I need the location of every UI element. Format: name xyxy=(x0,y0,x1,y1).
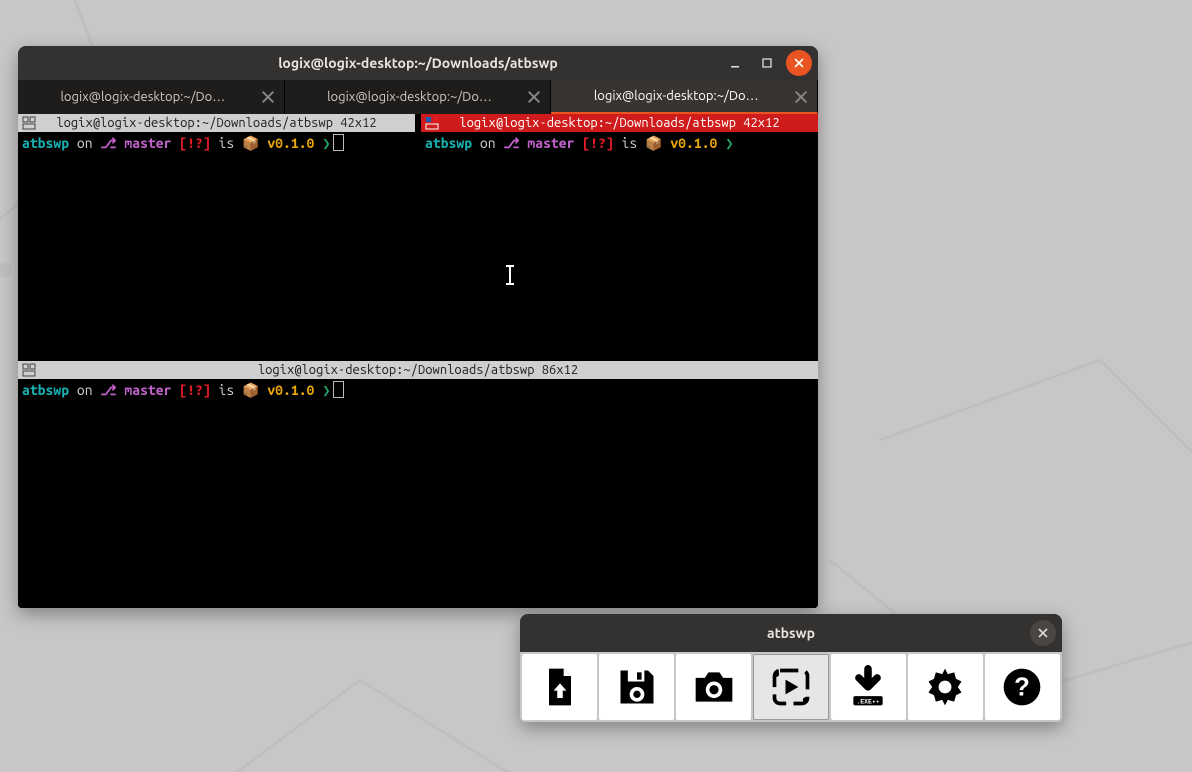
pane-header: logix@logix-desktop:~/Downloads/atbswp 8… xyxy=(18,361,818,379)
pane-body[interactable]: atbswp on ⎇ master [!?] is 📦 v0.1.0 ❯ xyxy=(18,132,415,361)
package-icon: 📦 xyxy=(242,382,259,398)
close-button[interactable] xyxy=(786,50,812,76)
prompt-arrow: ❯ xyxy=(322,135,330,151)
play-button[interactable] xyxy=(753,654,828,720)
settings-button[interactable] xyxy=(908,654,983,720)
cursor xyxy=(333,134,344,151)
text-cursor-ibeam xyxy=(509,266,511,284)
tab-bar: logix@logix-desktop:~/Do… logix@logix-de… xyxy=(18,80,818,114)
prompt-on: on xyxy=(77,382,93,398)
prompt-is: is xyxy=(219,135,235,151)
git-branch-icon: ⎇ xyxy=(503,135,519,151)
split-layout-icon xyxy=(22,116,36,130)
svg-text:?: ? xyxy=(1015,673,1031,701)
tab-1[interactable]: logix@logix-desktop:~/Do… xyxy=(285,80,552,114)
split-layout-icon xyxy=(22,363,36,377)
close-tab-icon[interactable] xyxy=(260,89,276,105)
prompt-flags: [!?] xyxy=(179,135,210,151)
prompt-version: v0.1.0 xyxy=(267,382,314,398)
close-button[interactable] xyxy=(1030,620,1056,646)
prompt-branch: master xyxy=(527,135,574,151)
tab-label: logix@logix-desktop:~/Do… xyxy=(327,90,492,104)
export-exe-button[interactable]: .EXE•• xyxy=(831,654,906,720)
pane-header-text: logix@logix-desktop:~/Downloads/atbswp 4… xyxy=(459,116,779,130)
maximize-button[interactable] xyxy=(754,50,780,76)
pane-body[interactable]: atbswp on ⎇ master [!?] is 📦 v0.1.0 ❯ xyxy=(18,379,818,608)
atbswp-window[interactable]: atbswp .EXE•• ? xyxy=(520,614,1062,722)
prompt-arrow: ❯ xyxy=(322,382,330,398)
prompt-flags: [!?] xyxy=(179,382,210,398)
pane-header: logix@logix-desktop:~/Downloads/atbswp 4… xyxy=(18,114,415,132)
pane-bottom[interactable]: logix@logix-desktop:~/Downloads/atbswp 8… xyxy=(18,361,818,608)
pane-body[interactable]: atbswp on ⎇ master [!?] is 📦 v0.1.0 ❯ xyxy=(421,132,818,361)
prompt-dir: atbswp xyxy=(22,135,69,151)
package-icon: 📦 xyxy=(242,135,259,151)
close-tab-icon[interactable] xyxy=(526,89,542,105)
prompt-branch: master xyxy=(124,135,171,151)
file-upload-icon xyxy=(538,665,582,709)
pane-header-text: logix@logix-desktop:~/Downloads/atbswp 8… xyxy=(258,363,578,377)
toolbar: .EXE•• ? xyxy=(520,652,1062,722)
capture-button[interactable] xyxy=(676,654,751,720)
open-file-button[interactable] xyxy=(522,654,597,720)
prompt-flags: [!?] xyxy=(582,135,613,151)
pane-header-text: logix@logix-desktop:~/Downloads/atbswp 4… xyxy=(56,116,376,130)
save-icon xyxy=(615,665,659,709)
split-layout-icon xyxy=(425,116,439,130)
package-icon: 📦 xyxy=(645,135,662,151)
prompt-on: on xyxy=(480,135,496,151)
tab-label: logix@logix-desktop:~/Do… xyxy=(594,89,759,103)
prompt-arrow: ❯ xyxy=(725,135,733,151)
camera-icon xyxy=(692,665,736,709)
gear-icon xyxy=(923,665,967,709)
window-titlebar[interactable]: logix@logix-desktop:~/Downloads/atbswp xyxy=(18,46,818,80)
git-branch-icon: ⎇ xyxy=(100,382,116,398)
prompt-is: is xyxy=(622,135,638,151)
minimize-button[interactable] xyxy=(722,50,748,76)
close-tab-icon[interactable] xyxy=(793,89,809,105)
prompt-dir: atbswp xyxy=(425,135,472,151)
tab-2[interactable]: logix@logix-desktop:~/Do… xyxy=(551,80,818,114)
play-loop-icon xyxy=(769,665,813,709)
prompt-dir: atbswp xyxy=(22,382,69,398)
terminal-window[interactable]: logix@logix-desktop:~/Downloads/atbswp l… xyxy=(18,46,818,608)
help-button[interactable]: ? xyxy=(985,654,1060,720)
pane-top-left[interactable]: logix@logix-desktop:~/Downloads/atbswp 4… xyxy=(18,114,415,361)
save-button[interactable] xyxy=(599,654,674,720)
prompt-version: v0.1.0 xyxy=(267,135,314,151)
git-branch-icon: ⎇ xyxy=(100,135,116,151)
tool-titlebar[interactable]: atbswp xyxy=(520,614,1062,652)
svg-text:.EXE••: .EXE•• xyxy=(857,699,880,706)
tab-0[interactable]: logix@logix-desktop:~/Do… xyxy=(18,80,285,114)
cursor xyxy=(333,381,344,398)
prompt-on: on xyxy=(77,135,93,151)
download-exe-icon: .EXE•• xyxy=(846,665,890,709)
terminal-panes: logix@logix-desktop:~/Downloads/atbswp 4… xyxy=(18,114,818,608)
tab-label: logix@logix-desktop:~/Do… xyxy=(60,90,225,104)
pane-top-right[interactable]: logix@logix-desktop:~/Downloads/atbswp 4… xyxy=(421,114,818,361)
pane-header: logix@logix-desktop:~/Downloads/atbswp 4… xyxy=(421,114,818,132)
help-icon: ? xyxy=(1000,665,1044,709)
prompt-is: is xyxy=(219,382,235,398)
tool-title: atbswp xyxy=(767,625,815,641)
prompt-version: v0.1.0 xyxy=(670,135,717,151)
window-title: logix@logix-desktop:~/Downloads/atbswp xyxy=(278,55,558,71)
prompt-branch: master xyxy=(124,382,171,398)
